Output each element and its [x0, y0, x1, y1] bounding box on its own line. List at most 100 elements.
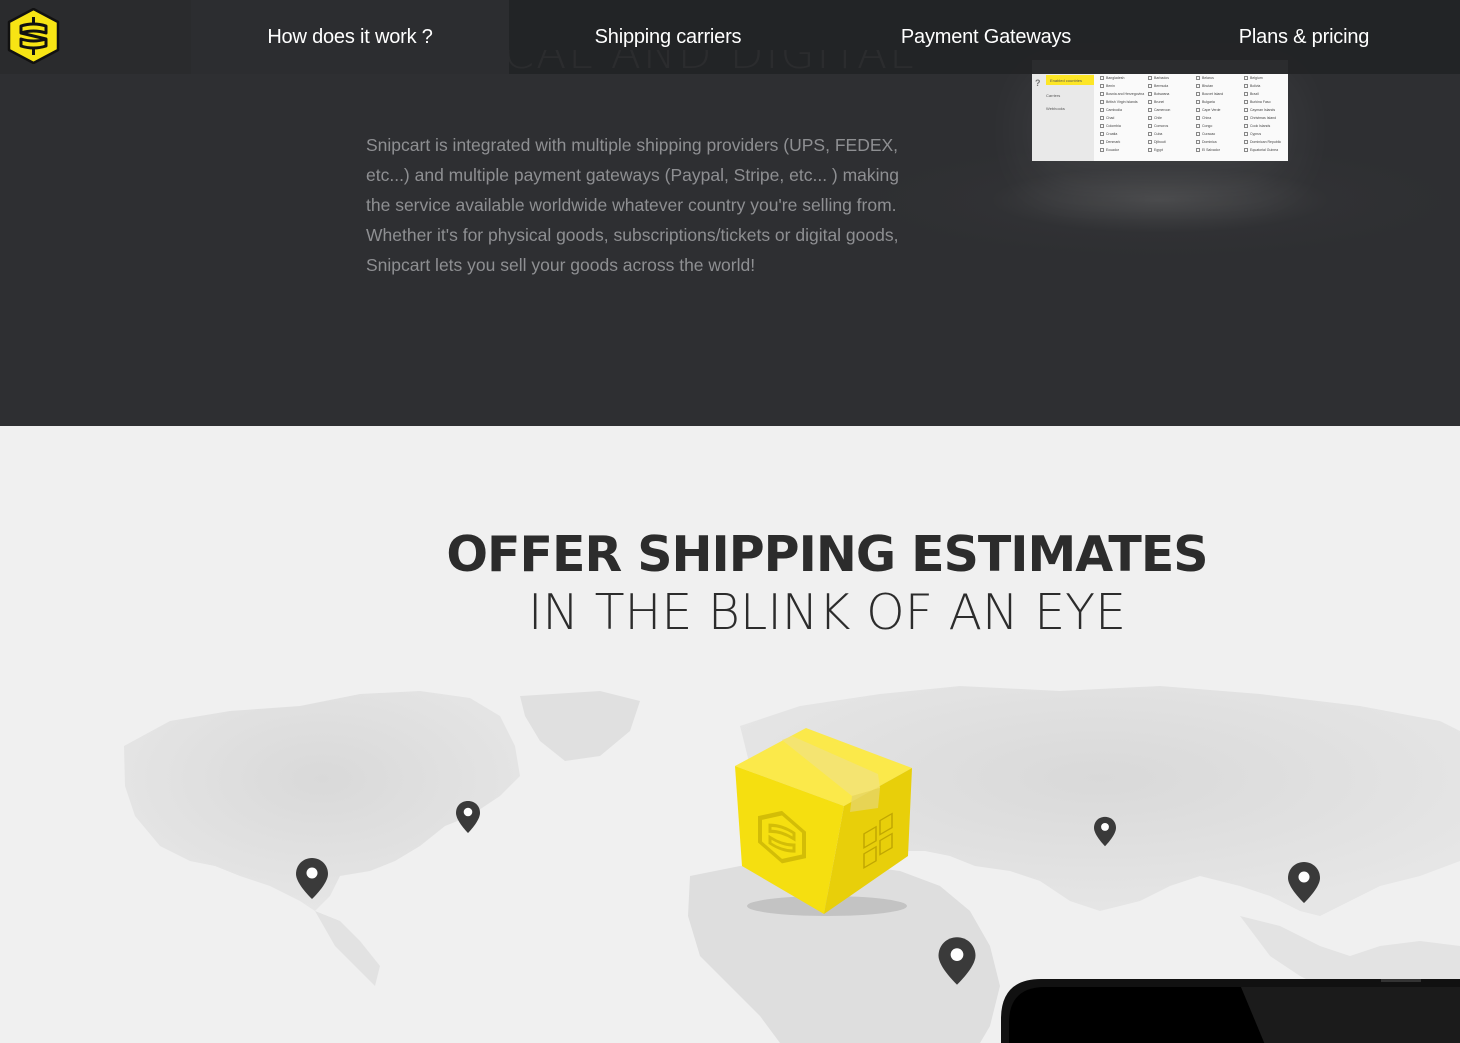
country-row[interactable]: Benin [1100, 82, 1146, 90]
country-row[interactable]: Bhutan [1196, 82, 1242, 90]
country-label: Chad [1106, 116, 1115, 120]
checkbox-icon[interactable] [1100, 124, 1104, 128]
country-row[interactable]: British Virgin Islands [1100, 98, 1146, 106]
snipcart-logo-icon[interactable] [7, 8, 60, 64]
checkbox-icon[interactable] [1196, 132, 1200, 136]
checkbox-icon[interactable] [1196, 116, 1200, 120]
country-row[interactable]: Dominica [1196, 138, 1242, 146]
checkbox-icon[interactable] [1148, 148, 1152, 152]
checkbox-icon[interactable] [1244, 84, 1248, 88]
country-row[interactable]: Bosnia and Herzegovina [1100, 90, 1146, 98]
checkbox-icon[interactable] [1244, 132, 1248, 136]
country-row[interactable]: Brazil [1244, 90, 1288, 98]
checkbox-icon[interactable] [1100, 140, 1104, 144]
country-row[interactable]: Denmark [1100, 138, 1146, 146]
country-row[interactable]: Colombia [1100, 122, 1146, 130]
country-row[interactable]: Croatia [1100, 130, 1146, 138]
country-row[interactable]: Bolivia [1244, 82, 1288, 90]
checkbox-icon[interactable] [1244, 108, 1248, 112]
checkbox-icon[interactable] [1148, 108, 1152, 112]
country-row[interactable]: Ecuador [1100, 146, 1146, 154]
country-row[interactable]: Bangladesh [1100, 74, 1146, 82]
checkbox-icon[interactable] [1100, 76, 1104, 80]
country-row[interactable]: Bermuda [1148, 82, 1194, 90]
country-label: Bosnia and Herzegovina [1106, 92, 1145, 96]
country-row[interactable]: Equatorial Guinea [1244, 146, 1288, 154]
checkbox-icon[interactable] [1196, 92, 1200, 96]
country-row[interactable]: Belgium [1244, 74, 1288, 82]
country-label: Christmas Island [1250, 116, 1277, 120]
checkbox-icon[interactable] [1196, 140, 1200, 144]
intro-description: Snipcart is integrated with multiple shi… [366, 135, 900, 275]
checkbox-icon[interactable] [1244, 76, 1248, 80]
checkbox-icon[interactable] [1100, 100, 1104, 104]
country-row[interactable]: Barbados [1148, 74, 1194, 82]
checkbox-icon[interactable] [1148, 76, 1152, 80]
checkbox-icon[interactable] [1148, 92, 1152, 96]
settings-sidebar-item: Webhooks [1046, 106, 1065, 111]
country-row[interactable]: Brunei [1148, 98, 1194, 106]
checkbox-icon[interactable] [1100, 116, 1104, 120]
country-row[interactable]: Curacao [1196, 130, 1242, 138]
country-row[interactable]: Botswana [1148, 90, 1194, 98]
checkbox-icon[interactable] [1244, 140, 1248, 144]
country-row[interactable]: Egypt [1148, 146, 1194, 154]
checkbox-icon[interactable] [1196, 76, 1200, 80]
country-row[interactable]: Cape Verde [1196, 106, 1242, 114]
nav-plans-pricing[interactable]: Plans & pricing [1145, 0, 1460, 74]
country-row[interactable]: Cameroon [1148, 106, 1194, 114]
checkbox-icon[interactable] [1100, 108, 1104, 112]
country-row[interactable]: Dominican Republic [1244, 138, 1288, 146]
checkbox-icon[interactable] [1148, 140, 1152, 144]
country-row[interactable]: Bouvet Island [1196, 90, 1242, 98]
country-label: Cyprus [1250, 132, 1262, 136]
checkbox-icon[interactable] [1148, 116, 1152, 120]
checkbox-icon[interactable] [1196, 124, 1200, 128]
country-label: Brazil [1250, 92, 1259, 96]
shipping-estimates-section: OFFER SHIPPING ESTIMATES IN THE BLINK OF… [0, 426, 1460, 1043]
country-row[interactable]: Belarus [1196, 74, 1242, 82]
checkbox-icon[interactable] [1196, 148, 1200, 152]
nav-how-it-works[interactable]: How does it work ? [191, 0, 509, 74]
country-row[interactable]: Cyprus [1244, 130, 1288, 138]
country-row[interactable]: Congo [1196, 122, 1242, 130]
map-pin-icon [456, 801, 480, 833]
map-pin-icon [1288, 862, 1320, 903]
checkbox-icon[interactable] [1196, 100, 1200, 104]
checkbox-icon[interactable] [1244, 148, 1248, 152]
country-row[interactable]: Cambodia [1100, 106, 1146, 114]
country-row[interactable]: Cuba [1148, 130, 1194, 138]
country-row[interactable]: Chad [1100, 114, 1146, 122]
checkbox-icon[interactable] [1244, 92, 1248, 96]
checkbox-icon[interactable] [1100, 132, 1104, 136]
country-row[interactable]: Cook Islands [1244, 122, 1288, 130]
checkbox-icon[interactable] [1244, 100, 1248, 104]
checkbox-icon[interactable] [1148, 132, 1152, 136]
country-row[interactable]: Bulgaria [1196, 98, 1242, 106]
nav-shipping-carriers[interactable]: Shipping carriers [509, 0, 827, 74]
country-row[interactable]: Burkina Faso [1244, 98, 1288, 106]
checkbox-icon[interactable] [1148, 84, 1152, 88]
checkbox-icon[interactable] [1244, 124, 1248, 128]
country-row[interactable]: Djibouti [1148, 138, 1194, 146]
country-row[interactable]: China [1196, 114, 1242, 122]
checkbox-icon[interactable] [1196, 84, 1200, 88]
checkbox-icon[interactable] [1100, 92, 1104, 96]
checkbox-icon[interactable] [1244, 116, 1248, 120]
checkbox-icon[interactable] [1100, 84, 1104, 88]
country-row[interactable]: Comoros [1148, 122, 1194, 130]
country-row[interactable]: Christmas Island [1244, 114, 1288, 122]
country-row[interactable]: El Salvador [1196, 146, 1242, 154]
country-label: Bolivia [1250, 84, 1261, 88]
map-pin-icon [938, 937, 976, 985]
checkbox-icon[interactable] [1196, 108, 1200, 112]
checkbox-icon[interactable] [1148, 124, 1152, 128]
country-label: Comoros [1154, 124, 1169, 128]
nav-payment-gateways[interactable]: Payment Gateways [827, 0, 1145, 74]
checkbox-icon[interactable] [1100, 148, 1104, 152]
checkbox-icon[interactable] [1148, 100, 1152, 104]
country-row[interactable]: Cayman Islands [1244, 106, 1288, 114]
country-label: Dominica [1202, 140, 1217, 144]
country-row[interactable]: Chile [1148, 114, 1194, 122]
country-label: British Virgin Islands [1106, 100, 1138, 104]
